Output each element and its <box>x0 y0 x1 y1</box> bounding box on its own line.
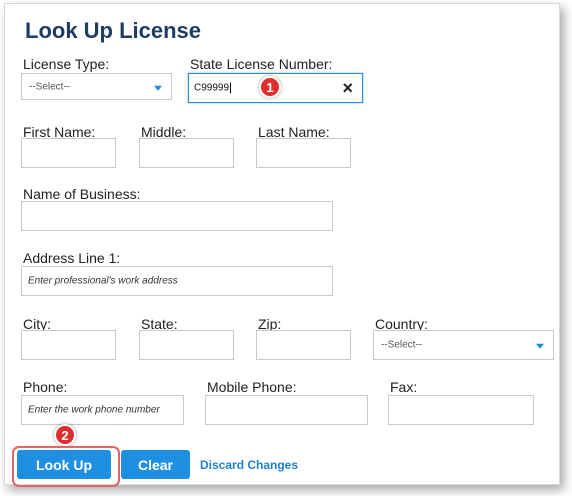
zip-input[interactable] <box>256 330 351 360</box>
country-value: --Select-- <box>381 339 423 351</box>
mobile-phone-label: Mobile Phone: <box>207 379 297 395</box>
license-type-select[interactable]: --Select-- <box>21 73 172 100</box>
license-type-label: License Type: <box>23 56 110 72</box>
phone-placeholder: Enter the work phone number <box>28 404 160 416</box>
license-type-value: --Select-- <box>29 81 71 92</box>
state-input[interactable] <box>139 330 234 360</box>
fax-input[interactable] <box>388 395 534 425</box>
fax-label: Fax: <box>390 379 418 395</box>
phone-input[interactable]: Enter the work phone number <box>21 395 184 425</box>
address1-label: Address Line 1: <box>23 250 121 266</box>
business-input[interactable] <box>21 201 333 231</box>
city-input[interactable] <box>21 330 116 360</box>
discard-changes-link[interactable]: Discard Changes <box>200 458 298 472</box>
clear-button[interactable]: Clear <box>121 450 190 479</box>
address1-input[interactable]: Enter professional's work address <box>21 266 333 296</box>
lookup-license-panel: Look Up License License Type: --Select--… <box>4 3 560 487</box>
first-name-input[interactable] <box>21 138 116 168</box>
state-license-number-label: State License Number: <box>190 56 333 72</box>
last-name-input[interactable] <box>256 138 351 168</box>
country-select[interactable]: --Select-- <box>373 330 554 360</box>
middle-input[interactable] <box>139 138 234 168</box>
step-badge-2: 2 <box>54 424 76 446</box>
phone-label: Phone: <box>23 379 68 395</box>
chevron-down-icon <box>536 343 544 349</box>
chevron-down-icon <box>154 85 162 91</box>
clear-icon[interactable]: × <box>342 79 353 97</box>
state-license-number-value: C99999 <box>194 82 232 94</box>
look-up-button[interactable]: Look Up <box>17 450 111 479</box>
page-title: Look Up License <box>25 18 202 43</box>
mobile-phone-input[interactable] <box>205 395 368 425</box>
business-label: Name of Business: <box>23 186 141 202</box>
step-badge-1: 1 <box>259 76 281 98</box>
address1-placeholder: Enter professional's work address <box>28 275 178 287</box>
text-cursor <box>230 82 232 94</box>
